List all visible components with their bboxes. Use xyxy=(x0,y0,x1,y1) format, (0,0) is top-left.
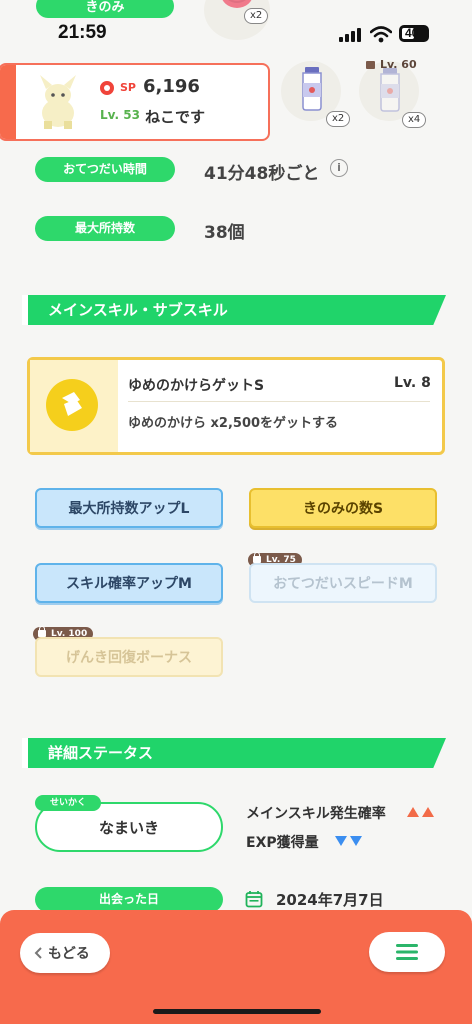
item-count-2: x4 xyxy=(402,112,427,128)
item-slot-2[interactable]: Lv. 60 x4 xyxy=(356,58,427,128)
main-skill-description: ゆめのかけら x2,500をゲットする xyxy=(128,416,339,431)
details-section-header: 詳細ステータス xyxy=(22,738,446,768)
nature-value: なまいき xyxy=(98,819,159,837)
help-time-label: おてつだい時間 xyxy=(35,157,175,182)
battery-level: 40 xyxy=(405,26,419,40)
berry-item[interactable]: x2 xyxy=(204,0,270,40)
max-carry-label: 最大所持数 xyxy=(35,216,175,241)
exp-label: EXP獲得量 xyxy=(246,835,319,851)
subskill-label: 最大所持数アップL xyxy=(68,501,190,517)
sp-label: SP xyxy=(120,81,136,94)
main-skill-card[interactable]: ゆめのかけらゲットS Lv. 8 ゆめのかけら x2,500をゲットする xyxy=(27,357,445,455)
back-arrow-icon xyxy=(34,947,42,959)
calendar-icon xyxy=(245,891,263,908)
subskill-energy-recovery-bonus[interactable]: げんき回復ボーナス xyxy=(35,637,223,677)
down-arrows-icon xyxy=(335,836,362,846)
nature-tag: せいかく xyxy=(35,795,101,811)
menu-icon xyxy=(396,944,418,960)
details-section-title: 詳細ステータス xyxy=(48,744,154,762)
pokemon-card[interactable]: SP 6,196 Lv. 53 ねこです xyxy=(0,63,270,141)
menu-button[interactable] xyxy=(369,932,445,972)
subskill-label: きのみの数S xyxy=(302,501,384,517)
subskill-label: げんき回復ボーナス xyxy=(66,650,192,666)
subskill-max-carry-up-l[interactable]: 最大所持数アップL xyxy=(35,488,223,528)
battery-icon: 40 xyxy=(399,25,429,42)
item-count-1: x2 xyxy=(326,111,351,127)
berry-label-pill: きのみ xyxy=(36,0,174,18)
back-button[interactable]: もどる xyxy=(20,933,110,973)
main-skill-name: ゆめのかけらゲットS xyxy=(128,378,265,394)
pokemon-sprite-icon xyxy=(40,75,76,129)
main-skill-divider xyxy=(128,401,430,402)
skills-section-title: メインスキル・サブスキル xyxy=(48,301,228,319)
main-skill-rate-label: メインスキル発生確率 xyxy=(246,806,386,822)
subskill-label: スキル確率アップM xyxy=(66,576,192,592)
max-carry-value: 38個 xyxy=(204,223,245,243)
milk-bottle-icon xyxy=(380,68,400,112)
met-date-value: 2024年7月7日 xyxy=(276,891,384,909)
dream-shard-icon xyxy=(46,379,98,431)
subskill-label: おてつだいスピードM xyxy=(273,576,413,592)
milk-bottle-icon xyxy=(302,67,322,111)
wifi-icon xyxy=(370,26,392,43)
up-arrows-icon xyxy=(407,807,434,817)
pokemon-name: ねこです xyxy=(145,108,206,126)
home-indicator xyxy=(153,1009,321,1014)
main-skill-level: Lv. 8 xyxy=(394,375,431,391)
pokemon-level: Lv. 53 xyxy=(100,108,140,122)
back-label: もどる xyxy=(48,946,90,962)
help-time-value: 41分48秒ごと xyxy=(204,164,320,184)
pokeball-icon xyxy=(100,81,114,95)
subskill-help-speed-m[interactable]: おてつだいスピードM xyxy=(249,563,437,603)
sp-value: 6,196 xyxy=(143,76,200,97)
skills-section-header: メインスキル・サブスキル xyxy=(22,295,446,325)
berry-label: きのみ xyxy=(85,0,125,15)
lock-icon xyxy=(366,61,375,69)
item-slot-1[interactable]: x2 xyxy=(278,61,351,127)
subskill-berry-count-s[interactable]: きのみの数S xyxy=(249,488,437,528)
lock-icon xyxy=(38,626,46,637)
status-time: 21:59 xyxy=(58,22,107,43)
item-lock-level: Lv. 60 xyxy=(380,58,417,71)
signal-icon xyxy=(339,28,363,42)
subskill-skill-rate-up-m[interactable]: スキル確率アップM xyxy=(35,563,223,603)
met-date-label: 出会った日 xyxy=(35,887,223,912)
berry-count: x2 xyxy=(244,8,269,24)
info-icon[interactable]: i xyxy=(330,159,348,177)
lock-icon xyxy=(253,552,261,563)
